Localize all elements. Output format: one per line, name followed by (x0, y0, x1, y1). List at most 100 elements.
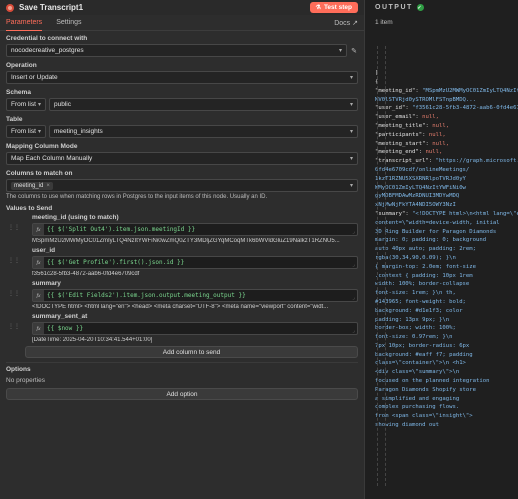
schema-mode-value: From list (11, 101, 36, 108)
expression-result: [DateTime: 2025-04-20T10:34:41.544+01:00… (32, 337, 153, 343)
drag-handle-icon[interactable]: ⋮⋮ (8, 224, 20, 231)
json-line: "meeting_start": null, (375, 140, 450, 147)
json-value: "f3561c28-5fb3-4872-aab6-0fd4e6709cdf", (412, 105, 518, 112)
chevron-down-icon: ▾ (338, 48, 342, 54)
node-title[interactable]: Save Transcript1 (19, 3, 83, 12)
fx-icon: fx (33, 224, 44, 235)
value-item-summary-sent-at: ⋮⋮ summary_sent_at fx {{ $now }} ⌟ [Date… (8, 313, 358, 343)
test-step-button[interactable]: ⚗ Test step (309, 2, 358, 13)
value-item-user-id: ⋮⋮ user_id fx {{ $('Get Profile').first(… (8, 247, 358, 277)
json-line: margin: 0; padding: 0; background (375, 237, 487, 244)
table-select[interactable]: meeting_insights ▾ (49, 125, 358, 138)
drag-handle-icon[interactable]: ⋮⋮ (8, 323, 20, 330)
expression-field[interactable]: fx {{ $('Split Out4').item.json.meetingI… (32, 223, 358, 236)
json-line: from <span class=\"insight\"> (375, 413, 473, 420)
no-properties-text: No properties (6, 377, 46, 384)
resize-icon[interactable]: ⌟ (352, 295, 355, 301)
value-item-summary: ⋮⋮ summary fx {{ $('Edit Fields2').item.… (8, 280, 358, 310)
add-column-button[interactable]: Add column to send (25, 346, 358, 358)
tab-parameters[interactable]: Parameters (6, 15, 43, 31)
json-key: "user_email" (375, 114, 416, 121)
postgres-node-icon (6, 3, 14, 12)
external-link-icon: ↗ (352, 19, 358, 27)
indent-guide (385, 46, 386, 486)
json-value: "MSpmMzU2MWMyOC01ZmIyLTQ4NzItYWFiNi0wZmQ… (422, 87, 518, 94)
json-value: null, (425, 149, 443, 156)
mapping-select[interactable]: Map Each Column Manually ▾ (6, 152, 358, 165)
drag-handle-icon[interactable]: ⋮⋮ (8, 257, 20, 264)
edit-credential-icon[interactable]: ✎ (350, 47, 358, 55)
tab-settings[interactable]: Settings (56, 15, 81, 31)
expression-value: {{ $('Split Out4').item.json.meetingId }… (47, 226, 196, 233)
expression-result: f3561c28-5fb3-4872-aab6-0fd4e6709cdf (32, 271, 140, 277)
chevron-down-icon: ▾ (349, 102, 353, 108)
output-item-count: 1 item (375, 19, 393, 26)
output-title: OUTPUT (375, 4, 413, 11)
json-output[interactable]: [ { "meeting_id": "MSpmMzU2MWMyOC01ZmIyL… (365, 26, 518, 486)
json-line: MV0lSTVRjd0ySTROMlFSTnpBMDQ... (375, 96, 477, 103)
json-line: Paragon Diamonds Shopify store (375, 386, 477, 393)
output-panel: OUTPUT ✓ 1 item [ { "meeting_id": "MSpmM… (364, 0, 518, 499)
json-line: rgba(30,34,90,0.09); }\n (375, 254, 456, 261)
json-value: "https://graph.microsoft.com/v1.0/users/ (435, 158, 518, 165)
json-line: "transcript_url": "https://graph.microso… (375, 157, 518, 166)
operation-label: Operation (6, 62, 37, 69)
json-line: focused on the planned integration (375, 378, 490, 385)
expression-field[interactable]: fx {{ $('Get Profile').first().json.id }… (32, 256, 358, 269)
json-line: background: #d1e1f3; color (375, 307, 463, 314)
docs-label: Docs (334, 19, 351, 27)
table-label: Table (6, 116, 23, 123)
credential-value: nocodecreative_postgres (11, 47, 84, 54)
json-line: background: #eaff f7; padding (375, 351, 473, 358)
fx-icon: fx (33, 323, 44, 334)
node-parameters-panel: Save Transcript1 ⚗ Test step Parameters … (0, 0, 364, 499)
resize-icon[interactable]: ⌟ (352, 328, 355, 334)
output-header: OUTPUT ✓ (365, 0, 518, 15)
close-icon[interactable]: × (46, 183, 50, 189)
json-line: [ (375, 70, 379, 77)
panel-tabs: Parameters Settings Docs ↗ (0, 15, 364, 31)
schema-mode-select[interactable]: From list ▾ (6, 98, 46, 111)
match-hint: The columns to use when matching rows in… (6, 194, 268, 200)
json-line: "meeting_end": null, (375, 149, 443, 156)
json-line: 1kzT1RZNU5XSXRNRlpoTVRJd0yY (375, 175, 466, 182)
json-line: border-box; width: 100%; (375, 325, 456, 332)
schema-value: public (54, 101, 71, 108)
value-item-label: user_id (32, 247, 56, 254)
credential-select[interactable]: nocodecreative_postgres ▾ (6, 44, 347, 57)
schema-select[interactable]: public ▾ (49, 98, 358, 111)
json-line: 0fd4e6709cdf/onlineMeetings/ (375, 166, 470, 173)
success-check-icon: ✓ (416, 4, 424, 11)
match-label: Columns to match on (6, 170, 73, 177)
docs-link[interactable]: Docs ↗ (334, 19, 358, 27)
fx-icon: fx (33, 290, 44, 301)
resize-icon[interactable]: ⌟ (352, 262, 355, 268)
json-line: a simplified and engaging (375, 395, 460, 402)
resize-icon[interactable]: ⌟ (352, 229, 355, 235)
json-line: 3D Ring Builder for Paragon Diamonds (375, 228, 497, 235)
value-item-label: meeting_id (using to match) (32, 214, 119, 221)
expression-field[interactable]: fx {{ $now }} ⌟ (32, 322, 358, 335)
chevron-down-icon: ▾ (349, 183, 353, 189)
json-key: "participants" (375, 131, 423, 138)
match-columns-select[interactable]: meeting_id × ▾ (6, 179, 358, 192)
chevron-down-icon: ▾ (37, 129, 41, 135)
json-line: showing diamond out (375, 422, 439, 429)
drag-handle-icon[interactable]: ⋮⋮ (8, 290, 20, 297)
json-line: xNjMwNjFkYTA4NDI5OWY3NzI (375, 202, 456, 209)
json-line: complex purchasing flows. (375, 404, 460, 411)
credential-label: Credential to connect with (6, 35, 88, 42)
chevron-down-icon: ▾ (37, 102, 41, 108)
json-line: .context { padding: 10px 1rem (375, 272, 473, 279)
value-item-meeting-id: ⋮⋮ meeting_id (using to match) fx {{ $('… (8, 214, 358, 244)
node-titlebar: Save Transcript1 ⚗ Test step (0, 0, 364, 15)
add-option-button[interactable]: Add option (6, 388, 358, 400)
table-mode-select[interactable]: From list ▾ (6, 125, 46, 138)
json-value: null, (432, 140, 450, 147)
match-chip[interactable]: meeting_id × (11, 181, 53, 190)
indent-guide (377, 46, 378, 486)
expression-field[interactable]: fx {{ $('Edit Fields2').item.json.output… (32, 289, 358, 302)
value-item-label: summary (32, 280, 61, 287)
json-value: null, (428, 131, 446, 138)
operation-select[interactable]: Insert or Update ▾ (6, 71, 358, 84)
